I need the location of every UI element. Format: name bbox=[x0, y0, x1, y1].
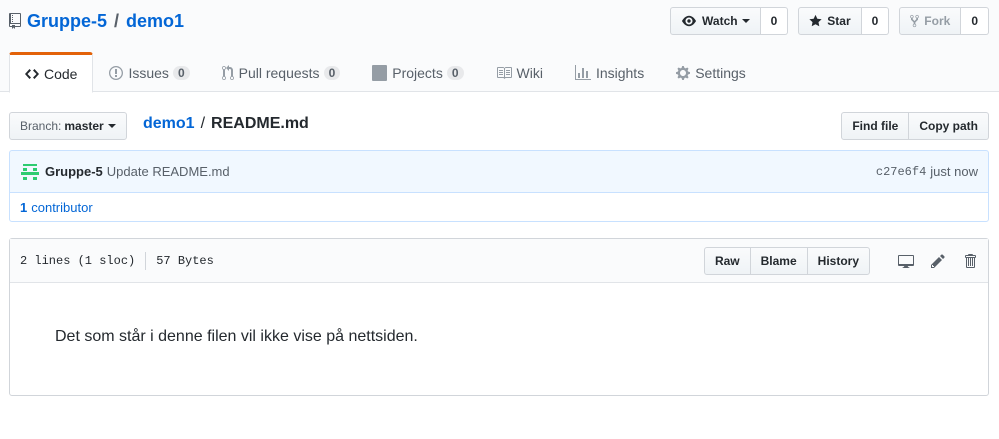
fork-button[interactable]: Fork bbox=[899, 7, 962, 35]
tab-projects-label: Projects bbox=[392, 65, 443, 81]
star-icon bbox=[809, 14, 822, 28]
star-count[interactable]: 0 bbox=[861, 7, 890, 35]
history-button[interactable]: History bbox=[806, 246, 870, 275]
pull-requests-counter: 0 bbox=[323, 66, 341, 80]
book-icon bbox=[496, 65, 512, 81]
tab-issues[interactable]: Issues 0 bbox=[93, 52, 205, 92]
avatar[interactable] bbox=[20, 162, 40, 182]
project-icon bbox=[372, 65, 388, 81]
issue-icon bbox=[109, 65, 124, 81]
fork-icon bbox=[910, 14, 920, 28]
find-file-button[interactable]: Find file bbox=[841, 112, 910, 140]
copy-path-button[interactable]: Copy path bbox=[909, 112, 989, 140]
commit-time: just now bbox=[930, 164, 978, 179]
tab-projects[interactable]: Projects 0 bbox=[356, 52, 479, 92]
breadcrumb-file: README.md bbox=[211, 115, 309, 132]
tab-code[interactable]: Code bbox=[9, 52, 94, 93]
pencil-icon[interactable] bbox=[930, 253, 946, 269]
raw-button[interactable]: Raw bbox=[703, 246, 751, 275]
gear-icon bbox=[676, 65, 691, 81]
watch-label: Watch bbox=[702, 14, 738, 28]
issues-counter: 0 bbox=[172, 66, 190, 80]
star-group: Star 0 bbox=[798, 7, 890, 35]
tab-settings[interactable]: Settings bbox=[660, 52, 762, 92]
pull-request-icon bbox=[221, 65, 234, 81]
chevron-down-icon bbox=[107, 124, 116, 128]
commit-tease: Gruppe-5 Update README.md c27e6f4 just n… bbox=[9, 150, 989, 193]
commit-meta: c27e6f4 just now bbox=[876, 164, 978, 179]
breadcrumb-separator: / bbox=[200, 115, 206, 132]
projects-counter: 0 bbox=[446, 66, 464, 80]
file-lines: 2 lines (1 sloc) bbox=[20, 253, 136, 268]
file-header: 2 lines (1 sloc) 57 Bytes Raw Blame Hist… bbox=[10, 239, 988, 283]
file-nav-buttons: Find file Copy path bbox=[841, 112, 989, 140]
breadcrumb: demo1 / README.md bbox=[143, 115, 309, 133]
tab-settings-label: Settings bbox=[695, 65, 746, 81]
code-icon bbox=[25, 66, 39, 82]
tab-wiki[interactable]: Wiki bbox=[480, 52, 559, 92]
file-info-divider bbox=[145, 251, 147, 270]
repo-name-link[interactable]: demo1 bbox=[126, 11, 184, 32]
fork-label: Fork bbox=[924, 14, 951, 28]
commit-author[interactable]: Gruppe-5 bbox=[45, 164, 103, 179]
file-actions: Raw Blame History bbox=[703, 246, 978, 275]
watch-button[interactable]: Watch bbox=[670, 7, 761, 35]
graph-icon bbox=[574, 65, 591, 81]
repo-nav: Code Issues 0 Pull requests 0 Projects 0 bbox=[9, 52, 762, 93]
tab-wiki-label: Wiki bbox=[516, 65, 543, 81]
star-label: Star bbox=[827, 14, 851, 28]
file-body: Det som står i denne filen vil ikke vise… bbox=[10, 328, 988, 346]
pagehead-actions: Watch 0 Star 0 Fork 0 bbox=[670, 7, 989, 35]
fork-group: Fork 0 bbox=[899, 7, 989, 35]
tab-insights[interactable]: Insights bbox=[559, 52, 660, 92]
chevron-down-icon bbox=[741, 19, 750, 23]
trash-icon[interactable] bbox=[962, 253, 978, 269]
tab-issues-label: Issues bbox=[128, 65, 169, 81]
watch-group: Watch 0 bbox=[670, 7, 789, 35]
branch-label: Branch: bbox=[20, 119, 62, 133]
commit-message[interactable]: Update README.md bbox=[107, 164, 230, 179]
star-button[interactable]: Star bbox=[798, 7, 862, 35]
repo-owner-link[interactable]: Gruppe-5 bbox=[27, 11, 107, 32]
tab-code-label: Code bbox=[44, 65, 78, 82]
watch-count[interactable]: 0 bbox=[760, 7, 789, 35]
branch-selector[interactable]: Branch: master bbox=[9, 112, 127, 140]
eye-icon bbox=[681, 14, 697, 28]
file-view-buttons: Raw Blame History bbox=[703, 246, 870, 275]
file-navigation: Branch: master demo1 / README.md Find fi… bbox=[9, 112, 989, 140]
tab-pull-requests[interactable]: Pull requests 0 bbox=[206, 52, 357, 92]
contributors-bar[interactable]: 1 contributor bbox=[9, 192, 989, 222]
repo-icon bbox=[9, 13, 21, 29]
blame-button[interactable]: Blame bbox=[749, 246, 808, 275]
commit-sha[interactable]: c27e6f4 bbox=[876, 165, 926, 179]
contributor-label: contributor bbox=[31, 199, 93, 215]
repo-header: Gruppe-5 / demo1 Watch 0 Star 0 Fork 0 C… bbox=[0, 0, 999, 93]
file-size: 57 Bytes bbox=[156, 253, 214, 268]
fork-count[interactable]: 0 bbox=[961, 7, 989, 35]
branch-value: master bbox=[64, 119, 104, 133]
file-box: 2 lines (1 sloc) 57 Bytes Raw Blame Hist… bbox=[9, 238, 989, 396]
desktop-icon[interactable] bbox=[898, 253, 914, 269]
repo-separator: / bbox=[114, 10, 120, 31]
contributor-count: 1 bbox=[20, 199, 28, 215]
tab-pull-requests-label: Pull requests bbox=[238, 65, 320, 81]
breadcrumb-repo-link[interactable]: demo1 bbox=[143, 115, 195, 133]
repo-title: Gruppe-5 / demo1 bbox=[9, 9, 184, 33]
file-content: Det som står i denne filen vil ikke vise… bbox=[55, 328, 418, 345]
tab-insights-label: Insights bbox=[595, 65, 645, 81]
